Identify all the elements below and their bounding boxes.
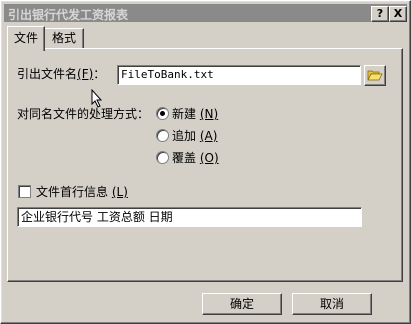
- cancel-button[interactable]: 取消: [292, 293, 372, 315]
- file-name-accel: (F): [77, 67, 94, 81]
- window-title: 引出银行代发工资报表: [8, 8, 129, 22]
- radio-overwrite[interactable]: [156, 151, 169, 164]
- help-button[interactable]: ?: [371, 6, 389, 22]
- file-name-label: 引出文件名(F)：: [17, 67, 106, 81]
- same-name-label: 对同名文件的处理方式：: [17, 107, 150, 121]
- close-button[interactable]: X: [389, 6, 407, 22]
- tab-file[interactable]: 文件: [7, 26, 45, 51]
- folder-open-icon: [367, 70, 383, 81]
- radio-new-label[interactable]: 新建 (N): [172, 105, 218, 122]
- radio-overwrite-label[interactable]: 覆盖 (O): [172, 149, 219, 166]
- tab-format[interactable]: 格式: [44, 28, 84, 49]
- header-line-checkbox[interactable]: [18, 185, 31, 198]
- radio-append-label[interactable]: 追加 (A): [172, 127, 217, 144]
- radio-new[interactable]: [156, 107, 169, 120]
- radio-append[interactable]: [156, 129, 169, 142]
- ok-button[interactable]: 确定: [202, 293, 282, 315]
- file-name-input[interactable]: FileToBank.txt: [117, 65, 361, 85]
- header-line-input[interactable]: 企业银行代号 工资总额 日期: [17, 207, 362, 227]
- title-bar: 引出银行代发工资报表 ? X: [4, 4, 407, 22]
- header-line-label[interactable]: 文件首行信息 (L): [36, 183, 128, 200]
- browse-button[interactable]: [364, 65, 386, 86]
- export-bank-salary-dialog: 引出银行代发工资报表 ? X 文件 格式 引出文件名(F)： FileToBan…: [0, 0, 411, 324]
